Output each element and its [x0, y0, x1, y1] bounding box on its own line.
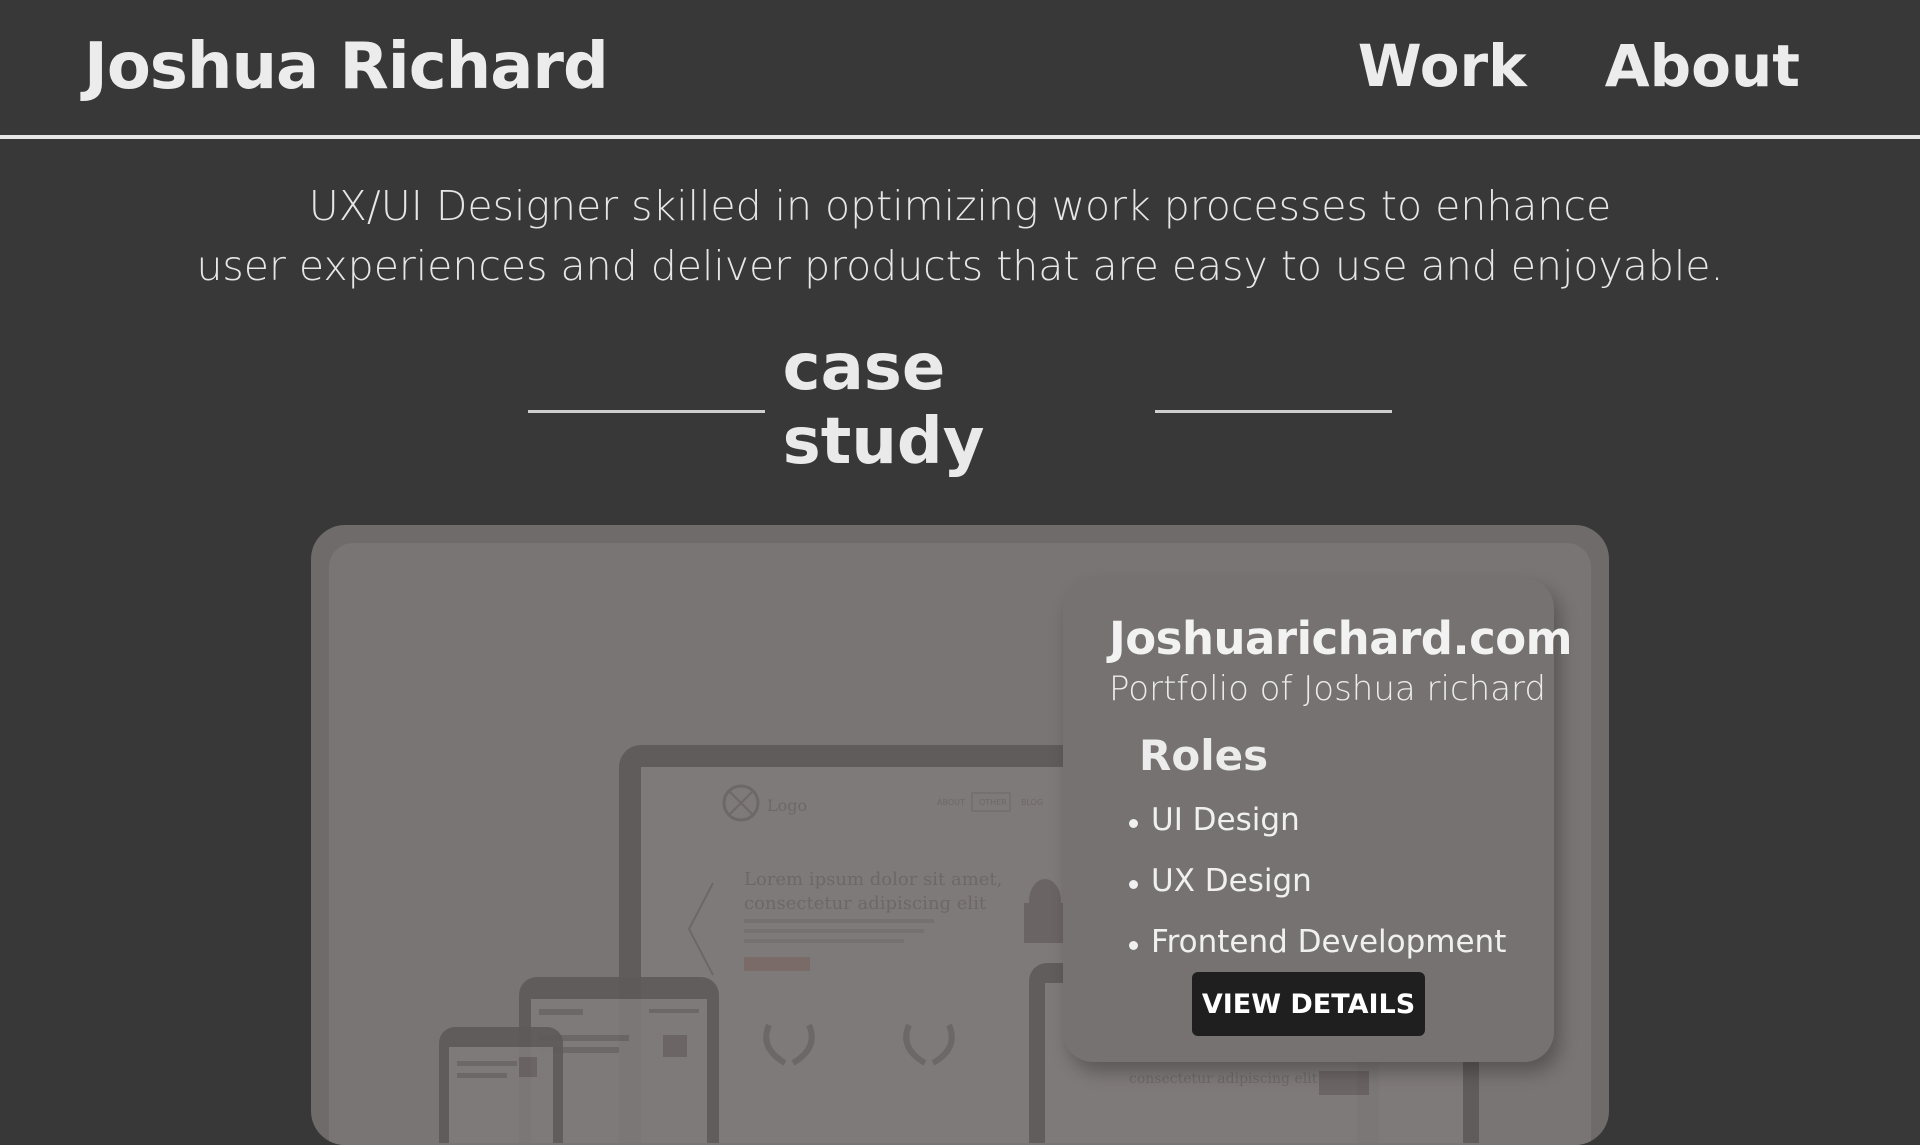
role-item-ui-design: UI Design	[1127, 790, 1554, 851]
roles-list: UI Design UX Design Frontend Development	[1109, 790, 1554, 973]
case-subtitle: Portfolio of Joshua richard	[1109, 669, 1547, 709]
nav-work-link[interactable]: Work	[1358, 32, 1527, 100]
heading-rule-left	[528, 409, 765, 413]
intro-tagline: UX/UI Designer skilled in optimizing wor…	[0, 176, 1920, 296]
section-title: case study	[782, 331, 985, 479]
case-info-panel: Joshuarichard.com Portfolio of Joshua ri…	[1063, 578, 1573, 1062]
roles-heading: Roles	[1139, 731, 1269, 780]
site-brand[interactable]: Joshua Richard	[84, 30, 609, 104]
phone-mockup	[439, 1027, 563, 1143]
mockup-nav-1: ABOUT	[937, 798, 965, 807]
mockup-tablet-caption: consectetur adipiscing elit	[1129, 1071, 1318, 1087]
case-study-heading: case study	[528, 331, 1392, 479]
mockup-headline-2: consectetur adipiscing elit	[744, 893, 987, 914]
intro-line-1: UX/UI Designer skilled in optimizing wor…	[308, 182, 1612, 230]
heading-rule-right	[1155, 409, 1392, 413]
nav-about-link[interactable]: About	[1605, 32, 1800, 100]
mockup-headline-1: Lorem ipsum dolor sit amet,	[744, 869, 1002, 890]
view-details-button[interactable]: VIEW DETAILS	[1192, 972, 1425, 1036]
case-site-name: Joshuarichard.com	[1109, 612, 1573, 665]
mockup-logo-text: Logo	[767, 796, 807, 815]
site-header: Joshua Richard Work About	[0, 0, 1920, 139]
main-nav: Work About	[1358, 32, 1800, 100]
role-item-frontend: Frontend Development	[1127, 912, 1554, 973]
intro-line-2: user experiences and deliver products th…	[196, 242, 1724, 290]
mockup-nav-2: OTHER	[979, 798, 1007, 807]
mockup-nav-3: BLOG	[1021, 798, 1043, 807]
role-item-ux-design: UX Design	[1127, 851, 1554, 912]
